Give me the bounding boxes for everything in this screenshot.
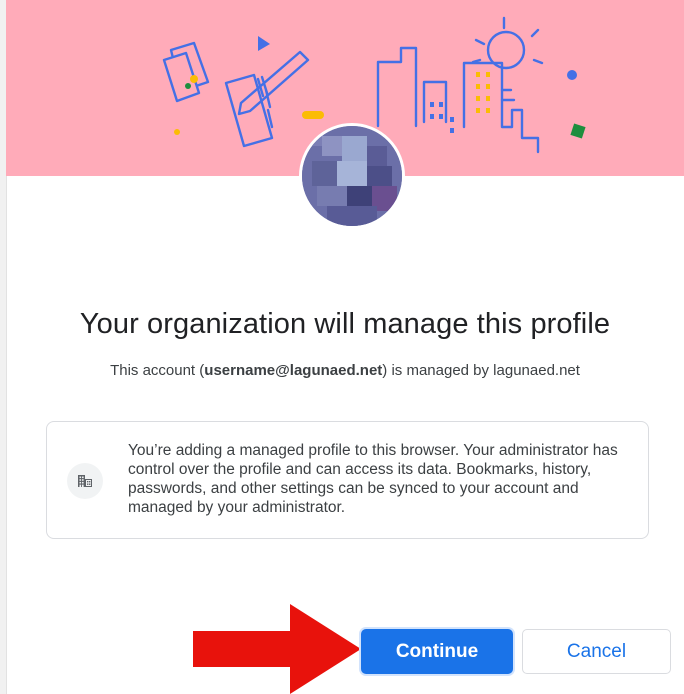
- continue-button[interactable]: Continue: [361, 629, 513, 674]
- business-building-icon: [67, 463, 103, 499]
- managed-profile-dialog: Your organization will manage this profi…: [0, 0, 684, 694]
- account-email: username@lagunaed.net: [204, 362, 383, 379]
- dialog-title: Your organization will manage this profi…: [79, 308, 611, 340]
- cancel-button[interactable]: Cancel: [522, 629, 671, 674]
- dialog-subtitle: This account (username@lagunaed.net) is …: [6, 362, 684, 379]
- notice-text: You’re adding a managed profile to this …: [128, 442, 618, 516]
- subtitle-prefix: This account (: [110, 362, 205, 379]
- subtitle-suffix: ) is managed by lagunaed.net: [382, 362, 580, 379]
- red-arrow-annotation: [193, 604, 361, 694]
- management-notice-box: You’re adding a managed profile to this …: [46, 421, 649, 539]
- account-avatar: [299, 123, 405, 229]
